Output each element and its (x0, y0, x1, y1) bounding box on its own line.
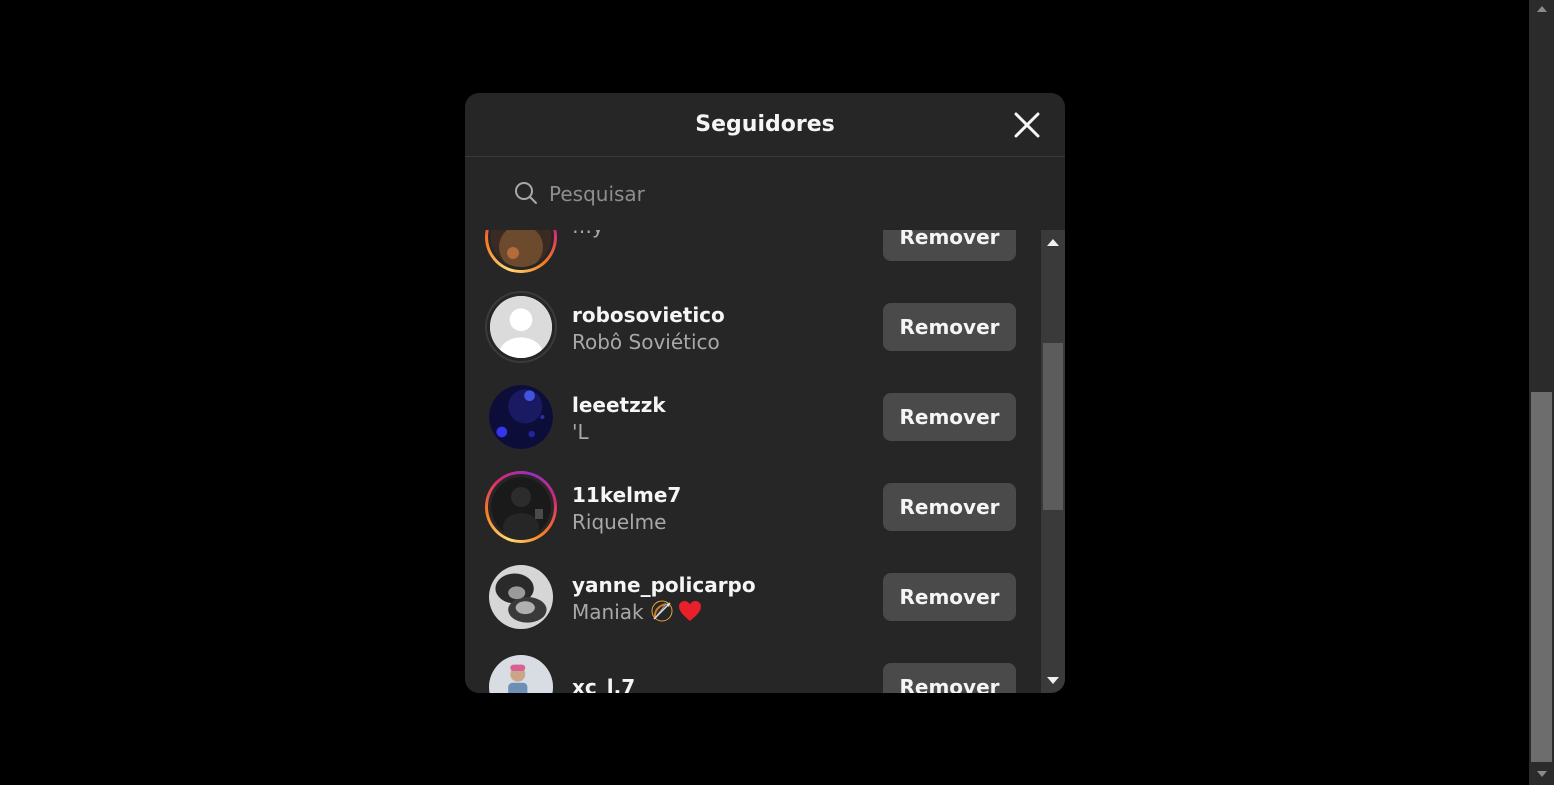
username[interactable]: robosovietico (572, 302, 872, 328)
avatar[interactable] (485, 561, 557, 633)
user-info: 11kelme7 Riquelme (572, 482, 872, 536)
search-icon (515, 182, 537, 204)
remove-button[interactable]: Remover (883, 663, 1016, 693)
search-row (465, 158, 1065, 230)
list-scroll-up-arrow[interactable] (1047, 239, 1059, 246)
avatar[interactable] (485, 651, 557, 693)
followers-list[interactable]: …y Remover robosovietico (465, 230, 1041, 693)
page-scrollbar[interactable] (1529, 0, 1554, 785)
remove-button[interactable]: Remover (883, 573, 1016, 621)
remove-button[interactable]: Remover (883, 483, 1016, 531)
user-info: yanne_policarpo Maniak (572, 572, 872, 626)
close-button[interactable] (1013, 111, 1041, 139)
list-scrollbar[interactable] (1041, 230, 1065, 693)
fullname: …y (572, 230, 872, 240)
list-item: robosovietico Robô Soviético Remover (465, 282, 1041, 372)
avatar[interactable] (485, 291, 557, 363)
remove-button[interactable]: Remover (883, 393, 1016, 441)
followers-dialog: Seguidores … (465, 93, 1065, 693)
user-info: …y (572, 230, 872, 240)
list-scroll-down-arrow[interactable] (1047, 677, 1059, 684)
fullname: 'L (572, 420, 589, 444)
heart-icon (678, 601, 701, 621)
fullname: Robô Soviético (572, 330, 720, 354)
list-item: …y Remover (465, 230, 1041, 282)
remove-button[interactable]: Remover (883, 303, 1016, 351)
username[interactable]: 11kelme7 (572, 482, 872, 508)
bow-and-arrow-icon (651, 600, 673, 622)
dialog-header: Seguidores (465, 93, 1065, 157)
close-icon (1014, 112, 1040, 138)
page-scroll-up-arrow[interactable] (1537, 6, 1547, 12)
page-scroll-down-arrow[interactable] (1537, 771, 1547, 777)
list-scroll-thumb[interactable] (1043, 343, 1063, 510)
default-avatar-icon (490, 296, 552, 358)
avatar[interactable] (485, 471, 557, 543)
page-scroll-thumb[interactable] (1531, 392, 1552, 762)
list-item: 11kelme7 Riquelme Remover (465, 462, 1041, 552)
avatar[interactable] (485, 381, 557, 453)
fullname-row: Maniak (572, 598, 872, 626)
avatar[interactable] (485, 230, 557, 273)
dialog-title: Seguidores (695, 112, 835, 137)
search-input[interactable] (547, 176, 1027, 212)
list-item: xc_l.7 Remover (465, 642, 1041, 693)
username[interactable]: leeetzzk (572, 392, 872, 418)
user-info: leeetzzk 'L (572, 392, 872, 446)
fullname: Riquelme (572, 510, 667, 534)
list-item: leeetzzk 'L Remover (465, 372, 1041, 462)
user-info: xc_l.7 (572, 674, 872, 693)
username[interactable]: yanne_policarpo (572, 572, 872, 598)
list-item: yanne_policarpo Maniak Remover (465, 552, 1041, 642)
user-info: robosovietico Robô Soviético (572, 302, 872, 356)
username[interactable]: xc_l.7 (572, 674, 872, 693)
remove-button[interactable]: Remover (883, 230, 1016, 261)
fullname: Maniak (572, 600, 644, 624)
